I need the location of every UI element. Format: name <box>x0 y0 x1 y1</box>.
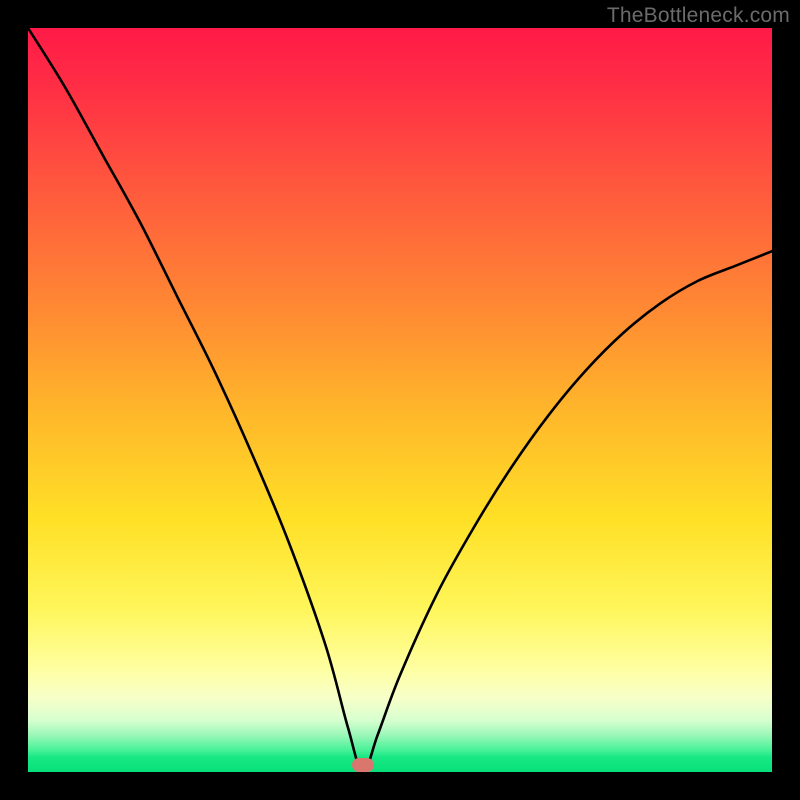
watermark-text: TheBottleneck.com <box>607 4 790 28</box>
bottleneck-curve <box>28 28 772 772</box>
optimal-point-marker <box>352 758 374 772</box>
plot-area <box>28 28 772 772</box>
chart-frame: TheBottleneck.com <box>0 0 800 800</box>
